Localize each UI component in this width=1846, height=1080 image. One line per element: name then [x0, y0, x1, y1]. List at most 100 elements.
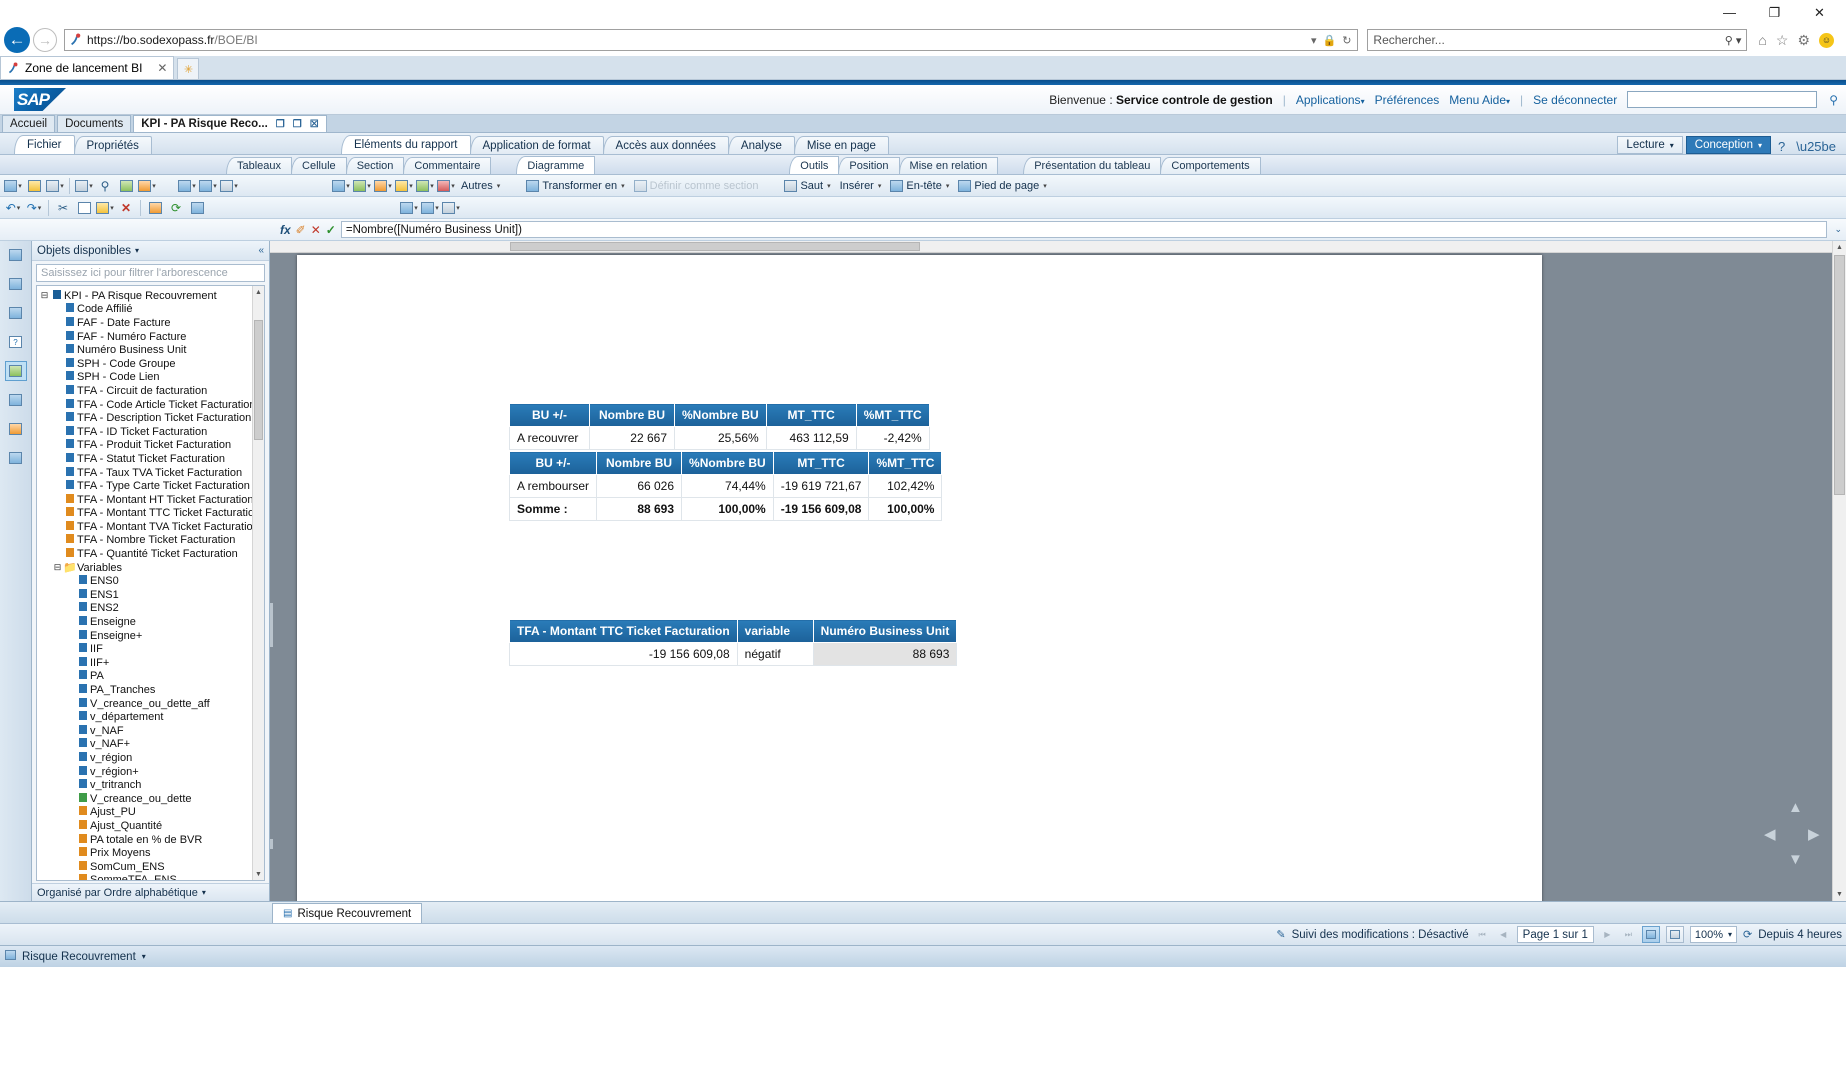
track-changes-icon[interactable]: ✎ — [1276, 928, 1285, 941]
tree-item[interactable]: TFA - Montant HT Ticket Facturation — [39, 493, 252, 507]
browser-search-input[interactable]: Rechercher... ⚲ ▾ — [1367, 29, 1748, 51]
redo-icon[interactable]: ↷ ▾ — [24, 198, 44, 217]
accept-formula-icon[interactable]: ✓ — [326, 223, 336, 237]
report-page[interactable]: BU +/- Nombre BU %Nombre BU MT_TTC %MT_T… — [297, 255, 1542, 901]
tree-item[interactable]: ENS1 — [39, 588, 252, 602]
horizontal-scrollbar[interactable] — [270, 241, 1832, 253]
help-menu[interactable]: Menu Aide▾ — [1449, 93, 1510, 107]
col-nombre-bu[interactable]: Nombre BU — [596, 451, 683, 475]
subtab-comportements[interactable]: Comportements — [1160, 157, 1261, 174]
menu-tab-application-format[interactable]: Application de format — [469, 136, 604, 154]
subtab-commentaire[interactable]: Commentaire — [403, 157, 492, 174]
input-controls-icon[interactable] — [5, 274, 27, 294]
cell-pct-mt-ttc[interactable]: -2,42% — [855, 426, 930, 450]
cell-sum-pct-nombre-bu[interactable]: 100,00% — [681, 497, 774, 521]
col-variable[interactable]: variable — [736, 619, 814, 643]
hscroll-thumb[interactable] — [510, 242, 920, 251]
subtab-presentation-tableau[interactable]: Présentation du tableau — [1023, 157, 1162, 174]
col-mt-ttc[interactable]: MT_TTC — [765, 403, 857, 427]
fx-icon[interactable]: fx — [280, 223, 291, 237]
scroll-left-icon[interactable]: ◀ — [1764, 825, 1776, 843]
tree-item[interactable]: TFA - Statut Ticket Facturation — [39, 452, 252, 466]
report-canvas[interactable]: BU +/- Nombre BU %Nombre BU MT_TTC %MT_T… — [270, 241, 1846, 901]
sap-search-input[interactable] — [1627, 91, 1818, 108]
area-chart-icon[interactable]: ▾ — [394, 176, 414, 195]
insert-form-icon[interactable]: ▾ — [219, 176, 239, 195]
page-view-button[interactable] — [1641, 926, 1660, 943]
table-grid-icon[interactable]: ▾ — [420, 198, 440, 217]
tree-item[interactable]: Prix Moyens — [39, 846, 252, 860]
tree-item[interactable]: ENS2 — [39, 602, 252, 616]
gauge-chart-icon[interactable]: ▾ — [436, 176, 456, 195]
window-maximize-button[interactable]: ❐ — [1752, 0, 1797, 24]
col-tfa-montant-ttc[interactable]: TFA - Montant TTC Ticket Facturation — [509, 619, 738, 643]
report-tab-risque-recouvrement[interactable]: ▤ Risque Recouvrement — [272, 903, 423, 923]
tree-item[interactable]: v_région — [39, 751, 252, 765]
tree-item[interactable]: Enseigne — [39, 615, 252, 629]
table-style-icon[interactable]: ▾ — [399, 198, 419, 217]
tree-item[interactable]: PA totale en % de BVR — [39, 833, 252, 847]
table-row[interactable]: A recouvrer 22 667 25,56% 463 112,59 -2,… — [509, 426, 930, 450]
forward-icon[interactable]: → — [33, 28, 57, 52]
menu-tab-acces-donnees[interactable]: Accès aux données — [602, 136, 729, 154]
home-icon[interactable]: ⌂ — [1758, 32, 1766, 48]
tree-item[interactable]: v_NAF+ — [39, 738, 252, 752]
vscroll-thumb[interactable] — [1834, 255, 1845, 495]
first-page-button[interactable]: ⏮ — [1475, 927, 1490, 943]
scroll-down-icon[interactable]: ▼ — [1788, 851, 1803, 868]
tree-item[interactable]: PA — [39, 670, 252, 684]
tree-item[interactable]: TFA - Produit Ticket Facturation — [39, 439, 252, 453]
format-painter-icon[interactable] — [145, 198, 165, 217]
col-bu-plusminus[interactable]: BU +/- — [508, 451, 598, 475]
refresh-icon[interactable]: ↻ — [1342, 34, 1351, 47]
cell-variable[interactable]: négatif — [736, 642, 814, 666]
find-icon[interactable]: ⚲ — [95, 176, 115, 195]
applications-menu[interactable]: Applications▾ — [1296, 93, 1365, 107]
tree-item[interactable]: IIF — [39, 642, 252, 656]
formula-editor-icon[interactable]: ✐ — [296, 223, 306, 237]
panel-footer[interactable]: Organisé par Ordre alphabétique ▾ — [32, 883, 269, 901]
settings-gear-icon[interactable]: ⚙ — [1797, 32, 1810, 49]
table-row[interactable]: -19 156 609,08 négatif 88 693 — [509, 642, 958, 666]
objects-tree[interactable]: ⊟ KPI - PA Risque Recouvrement Code Affili… — [36, 285, 265, 881]
transform-into-button[interactable]: Transformer en ▾ — [522, 176, 628, 195]
col-pct-nombre-bu[interactable]: %Nombre BU — [674, 403, 767, 427]
tree-item[interactable]: TFA - Montant TVA Ticket Facturation — [39, 520, 252, 534]
scroll-down-icon[interactable]: ▼ — [1833, 888, 1846, 901]
menu-tab-proprietes[interactable]: Propriétés — [73, 136, 152, 154]
copy-icon[interactable] — [74, 198, 94, 217]
document-summary-icon[interactable]: ? — [5, 332, 27, 352]
tree-item[interactable]: v_département — [39, 710, 252, 724]
cell-numero-business-unit[interactable]: 88 693 — [812, 642, 958, 666]
new-document-icon[interactable]: ▾ — [3, 176, 23, 195]
tree-item[interactable]: ⊟ KPI - PA Risque Recouvrement — [39, 289, 252, 303]
zoom-control[interactable]: 100% ▾ — [1689, 926, 1738, 943]
cut-icon[interactable]: ✂ — [53, 198, 73, 217]
tree-item[interactable]: V_creance_ou_dette — [39, 792, 252, 806]
cell-pct-mt-ttc[interactable]: 102,42% — [868, 474, 943, 498]
cell-sum-label[interactable]: Somme : — [508, 497, 598, 521]
minimize-icon[interactable]: ❐ — [293, 119, 302, 130]
help-icon[interactable]: ? — [1774, 139, 1789, 154]
left-resize-handle[interactable] — [270, 603, 273, 647]
table-row[interactable]: A rembourser 66 026 74,44% -19 619 721,6… — [508, 474, 943, 498]
tree-item[interactable]: TFA - Nombre Ticket Facturation — [39, 534, 252, 548]
favorites-icon[interactable]: ☆ — [1776, 32, 1789, 49]
next-page-button[interactable]: ▶ — [1600, 927, 1615, 943]
subtab-cellule[interactable]: Cellule — [291, 157, 347, 174]
report-map-icon[interactable] — [5, 245, 27, 265]
tree-item[interactable]: IIF+ — [39, 656, 252, 670]
col-bu-plusminus[interactable]: BU +/- — [509, 403, 590, 427]
line-chart-icon[interactable]: ▾ — [352, 176, 372, 195]
tree-item[interactable]: FAF - Numéro Facture — [39, 330, 252, 344]
cell-sum-nombre-bu[interactable]: 88 693 — [596, 497, 683, 521]
tree-item[interactable]: SomCum_ENS — [39, 860, 252, 874]
workspace-tab-kpi-report[interactable]: KPI - PA Risque Reco... ❐ ❐ ☒ — [133, 115, 327, 132]
subtab-outils[interactable]: Outils — [789, 156, 840, 174]
close-icon[interactable]: ☒ — [310, 119, 319, 130]
other-charts-button[interactable]: Autres ▾ — [457, 176, 504, 195]
tree-item[interactable]: ⊟ 📁 Variables — [39, 561, 252, 575]
prev-page-button[interactable]: ◀ — [1496, 927, 1511, 943]
history-icon[interactable] — [116, 176, 136, 195]
scroll-up-icon[interactable]: ▲ — [1833, 241, 1846, 254]
